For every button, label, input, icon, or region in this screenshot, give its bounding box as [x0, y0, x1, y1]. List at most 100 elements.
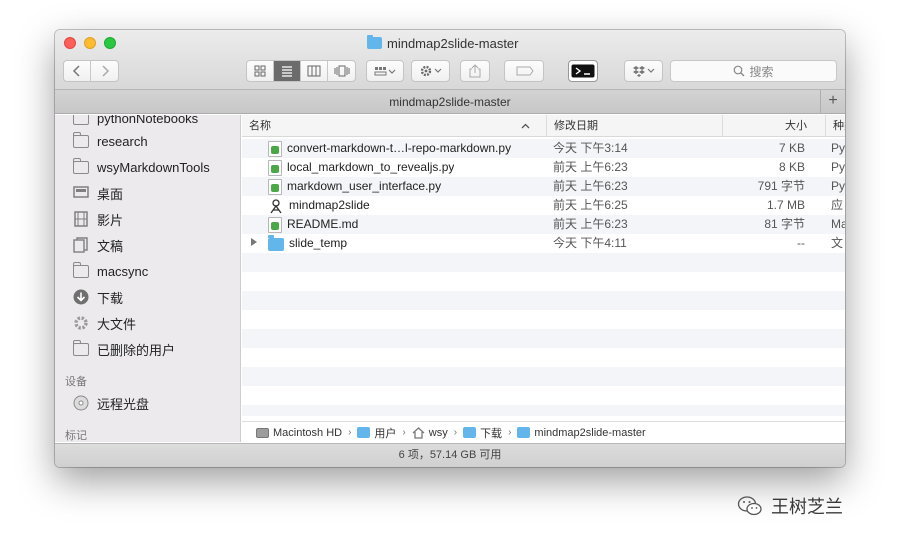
minimize-window-button[interactable] — [84, 37, 96, 49]
breadcrumb-home[interactable]: wsy — [412, 427, 448, 439]
column-header-date-label: 修改日期 — [554, 120, 598, 132]
column-header-kind[interactable]: 种类 — [825, 115, 845, 137]
sidebar-item-desktop[interactable]: 桌面 — [72, 182, 123, 204]
search-field[interactable]: 搜索 — [670, 60, 837, 82]
breadcrumb-users[interactable]: 用户 — [357, 425, 396, 441]
sort-ascending-icon — [521, 123, 530, 129]
tab-title[interactable]: mindmap2slide-master — [389, 95, 510, 109]
action-button[interactable] — [411, 60, 450, 82]
file-date: 前天 上午6:23 — [553, 179, 628, 193]
breadcrumb-label: 用户 — [374, 427, 397, 440]
file-name: slide_temp — [289, 236, 348, 250]
chevron-right-icon — [101, 65, 109, 77]
hard-drive-icon — [256, 427, 269, 438]
share-button[interactable] — [460, 60, 490, 82]
terminal-icon — [571, 64, 595, 78]
devices-heading: 设备 — [65, 376, 87, 388]
status-text: 6 项，57.14 GB 可用 — [398, 449, 502, 461]
desktop-icon — [72, 185, 90, 201]
column-header-size-label: 大小 — [785, 120, 807, 132]
navigation-buttons — [63, 60, 119, 82]
tab-bar: mindmap2slide-master + — [55, 90, 845, 114]
close-window-button[interactable] — [64, 37, 76, 49]
search-placeholder: 搜索 — [749, 64, 774, 79]
icon-view-button[interactable] — [247, 61, 274, 81]
empty-row — [242, 405, 845, 416]
file-date: 今天 下午4:11 — [553, 236, 627, 250]
new-tab-button[interactable]: + — [820, 90, 845, 113]
columns-icon — [307, 65, 321, 77]
sidebar: pythonNotebooks research wsyMarkdownTool… — [55, 115, 241, 442]
column-header-date[interactable]: 修改日期 — [546, 115, 722, 137]
search-icon — [734, 65, 745, 77]
empty-row — [242, 367, 845, 386]
file-row[interactable]: local_markdown_to_revealjs.py 前天 上午6:23 … — [242, 158, 845, 177]
terminal-button[interactable] — [568, 60, 598, 82]
chevron-left-icon — [72, 65, 80, 77]
sidebar-item-movies[interactable]: 影片 — [72, 208, 123, 230]
file-row[interactable]: slide_temp 今天 下午4:11 -- 文 — [242, 234, 845, 253]
back-button[interactable] — [64, 61, 91, 81]
wechat-logo-icon — [737, 496, 762, 516]
breadcrumb-label: mindmap2slide-master — [534, 426, 646, 439]
empty-row — [242, 291, 845, 310]
sidebar-item-macsync[interactable]: macsync — [72, 260, 148, 282]
breadcrumb-macintosh-hd[interactable]: Macintosh HD — [256, 427, 342, 439]
sidebar-item-label: research — [97, 133, 148, 149]
sidebar-item-research[interactable]: research — [72, 130, 148, 152]
file-size: 791 字节 — [757, 179, 805, 193]
finder-window: mindmap2slide-master 搜索 mindmap2slide-ma… — [55, 30, 845, 467]
file-row[interactable]: markdown_user_interface.py 前天 上午6:23 791… — [242, 177, 845, 196]
sidebar-item-pythonnotebooks[interactable]: pythonNotebooks — [72, 115, 198, 129]
python-file-icon — [268, 140, 282, 157]
breadcrumb-current-folder[interactable]: mindmap2slide-master — [517, 426, 646, 439]
cover-flow-icon — [334, 65, 349, 77]
chevron-right-icon: › — [402, 427, 406, 438]
disclosure-triangle-icon[interactable] — [251, 238, 257, 246]
folder-icon — [72, 115, 90, 126]
arrange-button[interactable] — [366, 60, 404, 82]
gear-icon — [420, 65, 441, 77]
document-icon — [72, 237, 90, 253]
dropbox-button[interactable] — [624, 60, 663, 82]
file-row[interactable]: README.md 前天 上午6:23 81 字节 Ma — [242, 215, 845, 234]
column-view-button[interactable] — [301, 61, 328, 81]
chevron-right-icon: › — [453, 427, 458, 438]
chevron-right-icon: › — [348, 427, 352, 438]
sidebar-item-downloads[interactable]: 下载 — [72, 286, 123, 308]
column-header-name[interactable]: 名称 — [242, 115, 540, 137]
forward-button[interactable] — [91, 61, 118, 81]
empty-row — [242, 329, 845, 348]
list-view-button[interactable] — [274, 61, 301, 81]
edit-tags-button[interactable] — [504, 60, 544, 82]
sidebar-item-deleted-users[interactable]: 已删除的用户 — [72, 338, 175, 360]
python-file-icon — [268, 159, 282, 176]
cover-flow-view-button[interactable] — [328, 61, 355, 81]
file-kind: 应 — [831, 198, 844, 212]
sidebar-item-large-files[interactable]: 大文件 — [72, 312, 136, 334]
sidebar-item-wsymarkdowntools[interactable]: wsyMarkdownTools — [72, 156, 210, 178]
column-header-name-label: 名称 — [249, 120, 271, 132]
list-icon — [282, 66, 292, 77]
file-size: 81 字节 — [764, 217, 805, 231]
zoom-window-button[interactable] — [104, 37, 116, 49]
file-kind: Py — [831, 141, 845, 155]
sidebar-item-label: pythonNotebooks — [97, 115, 199, 126]
sidebar-item-documents[interactable]: 文稿 — [72, 234, 123, 256]
breadcrumb-downloads[interactable]: 下载 — [463, 425, 502, 441]
folder-icon — [517, 427, 531, 438]
column-header-size[interactable]: 大小 — [722, 115, 825, 137]
file-size: -- — [797, 236, 805, 250]
empty-row — [242, 253, 845, 272]
folder-icon — [72, 261, 90, 279]
sidebar-item-remote-disc[interactable]: 远程光盘 — [72, 392, 149, 414]
folder-icon — [268, 235, 284, 251]
column-header-row: 名称 修改日期 大小 种类 — [242, 115, 845, 137]
markdown-file-icon — [268, 216, 282, 233]
file-date: 前天 上午6:23 — [553, 160, 628, 174]
share-icon — [469, 64, 481, 78]
chevron-right-icon: › — [508, 427, 512, 438]
file-row[interactable]: convert-markdown-t…l-repo-markdown.py 今天… — [242, 139, 845, 158]
file-row[interactable]: mindmap2slide 前天 上午6:25 1.7 MB 应 — [242, 196, 845, 215]
sidebar-item-label: 文稿 — [97, 238, 124, 254]
